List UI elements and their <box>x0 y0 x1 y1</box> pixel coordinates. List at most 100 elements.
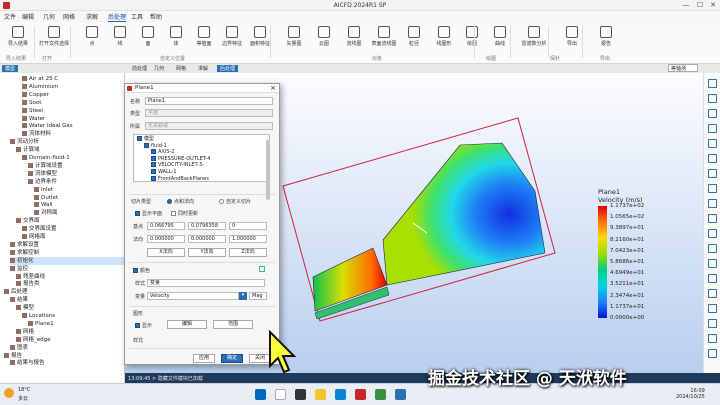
view-tab[interactable]: 后处理 <box>217 65 239 72</box>
tree-item[interactable]: Outlet <box>34 194 124 202</box>
aicfd-taskbar-icon[interactable] <box>355 389 366 400</box>
view-tool-icon[interactable] <box>708 169 717 178</box>
tree-item[interactable]: 结果与报告 <box>10 359 124 367</box>
view-tool-icon[interactable] <box>708 319 717 328</box>
color-expand-icon[interactable] <box>259 266 265 272</box>
point-z-field[interactable]: 0 <box>229 222 267 230</box>
tab-model[interactable]: 模型 <box>2 65 19 72</box>
point-x-field[interactable]: 0.066795 <box>147 222 185 230</box>
view-tool-icon[interactable] <box>708 124 717 133</box>
clock[interactable]: 16:09 2024/10/25 <box>676 388 705 400</box>
menu-item[interactable]: 工具 <box>131 12 143 21</box>
menu-item[interactable]: 网格 <box>63 12 75 21</box>
x-normal-button[interactable]: X法向 <box>147 248 185 257</box>
tree-item[interactable]: 求解设置 <box>10 241 124 249</box>
tree-item[interactable]: 后处理 <box>4 288 124 296</box>
tree-item[interactable]: Locations <box>22 312 124 320</box>
tree-item[interactable]: 流动分析 <box>10 138 124 146</box>
ribbon-button[interactable]: 矢量图 <box>278 25 310 53</box>
view-tool-icon[interactable] <box>708 244 717 253</box>
tree-item[interactable]: Steel <box>22 107 124 115</box>
file-explorer-icon[interactable] <box>315 389 326 400</box>
view-tool-icon[interactable] <box>708 94 717 103</box>
view-tool-icon[interactable] <box>708 199 717 208</box>
chevron-down-icon[interactable]: ▾ <box>239 292 247 300</box>
tree-item[interactable]: inlet <box>34 186 124 194</box>
tree-item[interactable]: Domain-fluid-1 <box>22 154 124 162</box>
tree-item[interactable]: Water <box>22 115 124 123</box>
color-checkbox[interactable]: 颜色 <box>133 267 150 274</box>
tree-item[interactable]: 网格_edge <box>16 336 124 344</box>
tree-item[interactable]: Plane1 <box>28 320 124 328</box>
tree-item[interactable]: 计算域 <box>16 146 124 154</box>
tree-item[interactable]: 流体模型 <box>28 170 124 178</box>
tree-item[interactable]: 求解控制 <box>10 249 124 257</box>
dialog-scrollbar[interactable] <box>266 140 270 200</box>
region-checkbox[interactable] <box>151 155 156 161</box>
ribbon-button[interactable]: 报告 <box>590 25 622 53</box>
tree-item[interactable]: 网格 <box>16 328 124 336</box>
display-checkbox[interactable]: 显示 <box>135 322 152 329</box>
tree-item[interactable]: 初始化 <box>10 256 124 265</box>
range-button[interactable]: 范围 <box>213 320 253 329</box>
normal-y-field[interactable]: 0.000000 <box>188 235 226 243</box>
menu-item[interactable]: 文件 <box>4 12 16 21</box>
normal-x-field[interactable]: 0.000000 <box>147 235 185 243</box>
ribbon-button[interactable]: 曲线 <box>484 25 516 53</box>
z-normal-button[interactable]: Z法向 <box>229 248 267 257</box>
style-select[interactable]: 变量 <box>147 279 265 287</box>
region-checkbox[interactable] <box>144 142 149 148</box>
menu-item[interactable]: 帮助 <box>150 12 162 21</box>
start-icon[interactable] <box>255 389 266 400</box>
tree-item[interactable]: Wall <box>34 201 124 209</box>
tree-item[interactable]: 交界面 <box>16 217 124 225</box>
slice-option-custom[interactable]: 自定义切片 <box>219 198 251 205</box>
maximize-button[interactable]: ☐ <box>694 1 706 9</box>
view-tool-icon[interactable] <box>708 229 717 238</box>
close-button[interactable]: ✕ <box>707 1 719 9</box>
view-tool-icon[interactable] <box>708 214 717 223</box>
view-tool-icon[interactable] <box>708 139 717 148</box>
point-y-field[interactable]: 0.0796358 <box>188 222 226 230</box>
view-tool-icon[interactable] <box>708 274 717 283</box>
show-plane-checkbox[interactable]: 显示平面 <box>135 210 162 217</box>
tree-item[interactable]: Copper <box>22 91 124 99</box>
tree-item[interactable]: 交界面设置 <box>22 225 124 233</box>
tree-item[interactable]: 结果 <box>10 296 124 304</box>
view-tab[interactable]: 几何 <box>151 65 167 72</box>
menu-item[interactable]: 几何 <box>43 12 55 21</box>
tree-item[interactable]: 对称面 <box>34 209 124 217</box>
tree-item[interactable]: 残差曲线 <box>16 273 124 281</box>
menu-item[interactable]: 编辑 <box>22 12 34 21</box>
dialog-close-icon[interactable]: × <box>270 84 276 92</box>
ribbon-button[interactable]: 粒径 <box>398 25 430 53</box>
slice-option-point-normal[interactable]: 点和法向 <box>167 198 194 205</box>
view-tool-icon[interactable] <box>708 259 717 268</box>
view-tool-icon[interactable] <box>708 79 717 88</box>
ok-button[interactable]: 确定 <box>221 354 243 363</box>
ribbon-button[interactable]: 打开文件选择 <box>38 25 70 53</box>
view-tool-icon[interactable] <box>708 304 717 313</box>
task-view-icon[interactable] <box>295 389 306 400</box>
tree-item[interactable]: Aluminium <box>22 83 124 91</box>
ribbon-button[interactable]: 云图 <box>308 25 340 53</box>
view-tool-icon[interactable] <box>708 334 717 343</box>
tree-item[interactable]: 模型 <box>16 304 124 312</box>
view-tool-icon[interactable] <box>708 109 717 118</box>
view-tool-icon[interactable] <box>708 154 717 163</box>
tree-item[interactable]: 网格面 <box>22 233 124 241</box>
ribbon-button[interactable]: 表面流线图 <box>368 25 400 53</box>
tree-item[interactable]: Soot <box>22 99 124 107</box>
normal-z-field[interactable]: 1.000000 <box>229 235 267 243</box>
tree-item[interactable]: 计算域设置 <box>28 162 124 170</box>
tree-item[interactable]: 图表 <box>10 344 124 352</box>
browser-icon[interactable] <box>335 389 346 400</box>
view-tool-icon[interactable] <box>708 349 717 358</box>
ribbon-button[interactable]: 面积特征 <box>244 25 276 53</box>
tree-item[interactable]: 报告类 <box>16 280 124 288</box>
region-checkbox[interactable] <box>151 162 156 168</box>
region-checkbox[interactable] <box>151 175 156 181</box>
ribbon-button[interactable]: 流线图 <box>338 25 370 53</box>
view-tool-icon[interactable] <box>708 184 717 193</box>
component-select[interactable]: Mag <box>249 292 267 300</box>
